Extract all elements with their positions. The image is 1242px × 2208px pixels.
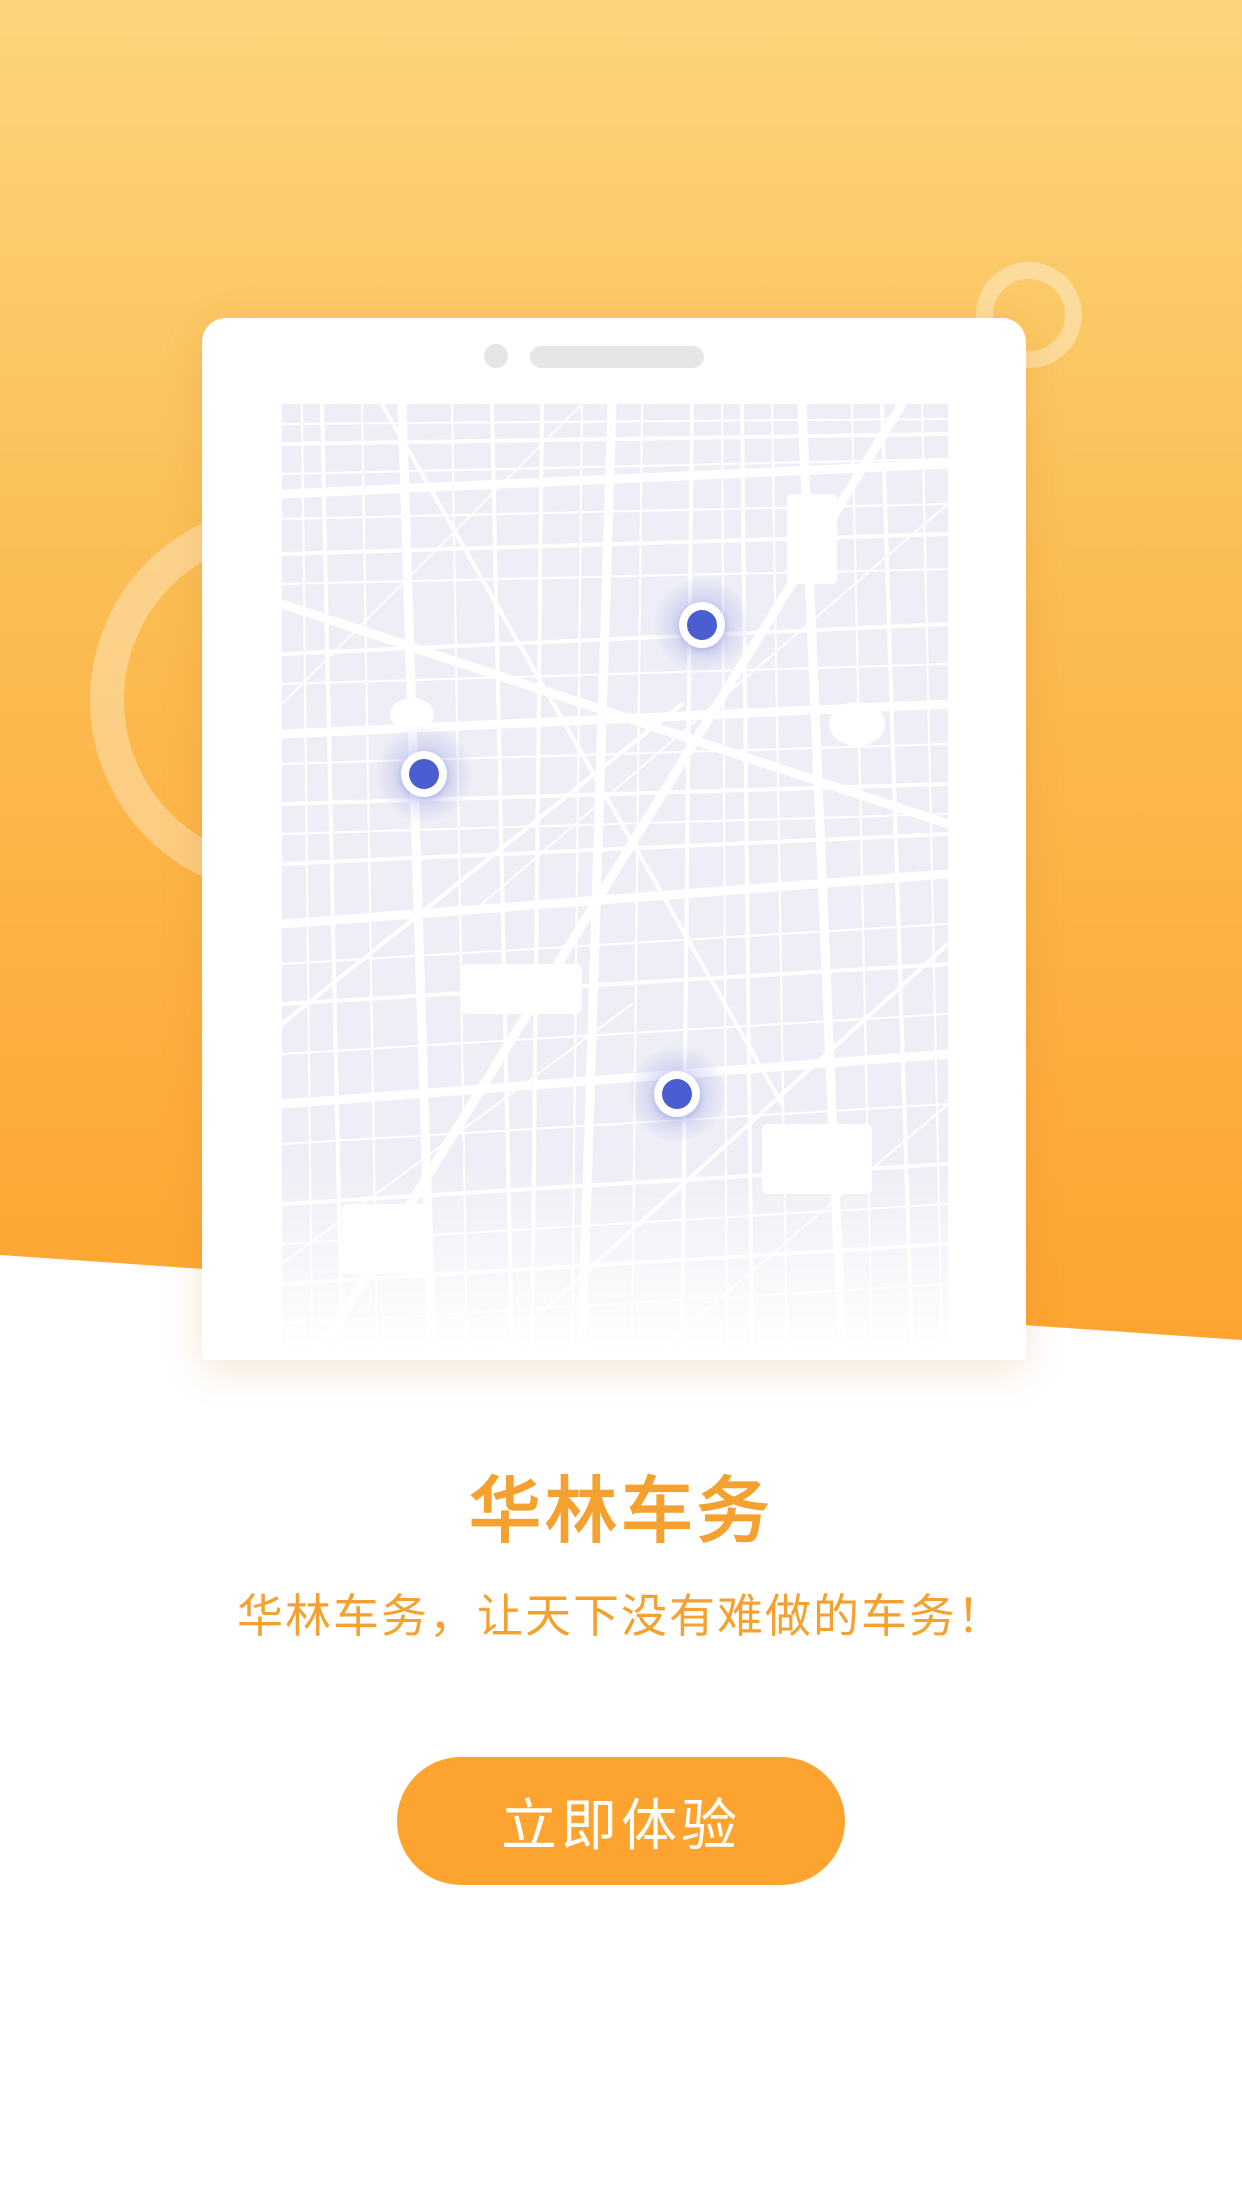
start-experience-button[interactable]: 立即体验 xyxy=(397,1757,845,1885)
tablet-speaker xyxy=(530,346,704,368)
map-illustration xyxy=(282,404,948,1348)
map-fade-overlay xyxy=(282,1168,948,1348)
tablet-camera xyxy=(484,344,508,368)
location-pin-icon xyxy=(629,1046,725,1142)
app-slogan: 华林车务，让天下没有难做的车务！ xyxy=(237,1589,1005,1643)
tablet-illustration xyxy=(202,318,1026,1360)
location-pin-icon xyxy=(376,726,472,822)
location-pin-icon xyxy=(654,577,750,673)
app-title: 华林车务 xyxy=(468,1469,773,1553)
